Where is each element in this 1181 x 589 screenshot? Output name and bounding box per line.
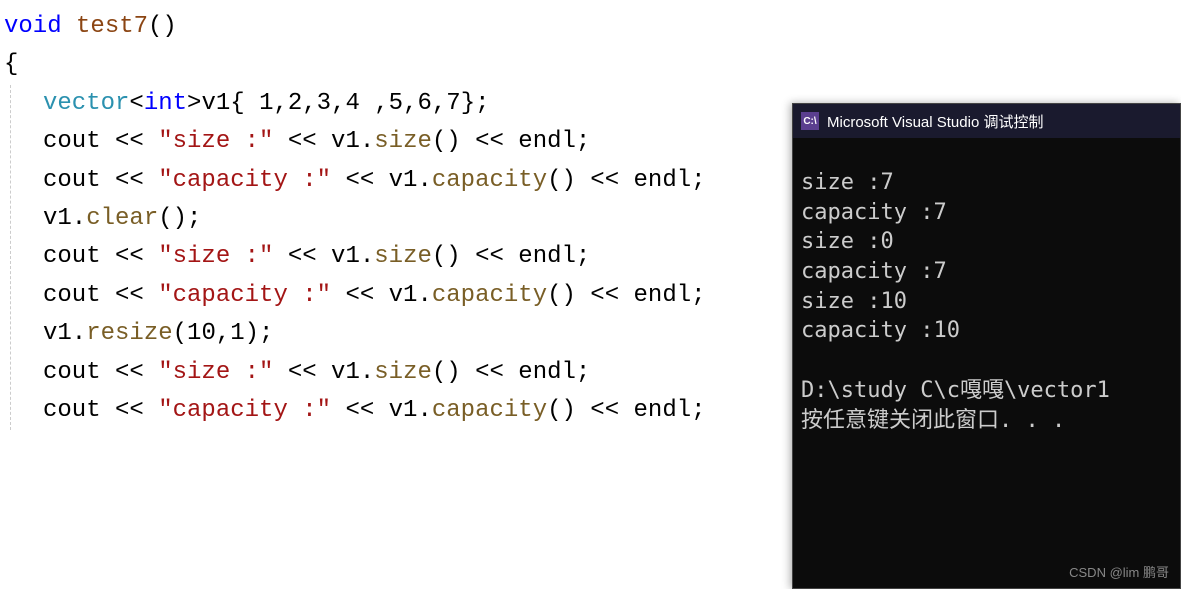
string-literal: "capacity :" [158, 167, 331, 194]
string-literal: "capacity :" [158, 397, 331, 424]
method-capacity: capacity [432, 282, 547, 309]
type-int: int [144, 90, 187, 117]
method-size: size [374, 243, 432, 270]
method-resize: resize [86, 320, 172, 347]
method-capacity: capacity [432, 397, 547, 424]
keyword-void: void [4, 13, 62, 40]
console-icon: C:\ [801, 112, 819, 130]
method-capacity: capacity [432, 167, 547, 194]
string-literal: "size :" [158, 243, 273, 270]
code-line: { [0, 46, 1181, 84]
type-vector: vector [43, 90, 129, 117]
console-output: size :7 capacity :7 size :0 capacity :7 … [793, 138, 1180, 443]
method-clear: clear [86, 205, 158, 232]
function-name: test7 [76, 13, 148, 40]
string-literal: "size :" [158, 128, 273, 155]
console-titlebar[interactable]: C:\ Microsoft Visual Studio 调试控制 [793, 104, 1180, 138]
code-line: void test7() [0, 8, 1181, 46]
string-literal: "size :" [158, 359, 273, 386]
watermark: CSDN @lim 鹏哥 [1069, 562, 1169, 581]
string-literal: "capacity :" [158, 282, 331, 309]
method-size: size [374, 128, 432, 155]
console-window[interactable]: C:\ Microsoft Visual Studio 调试控制 size :7… [792, 103, 1181, 589]
method-size: size [374, 359, 432, 386]
console-title: Microsoft Visual Studio 调试控制 [827, 111, 1043, 132]
